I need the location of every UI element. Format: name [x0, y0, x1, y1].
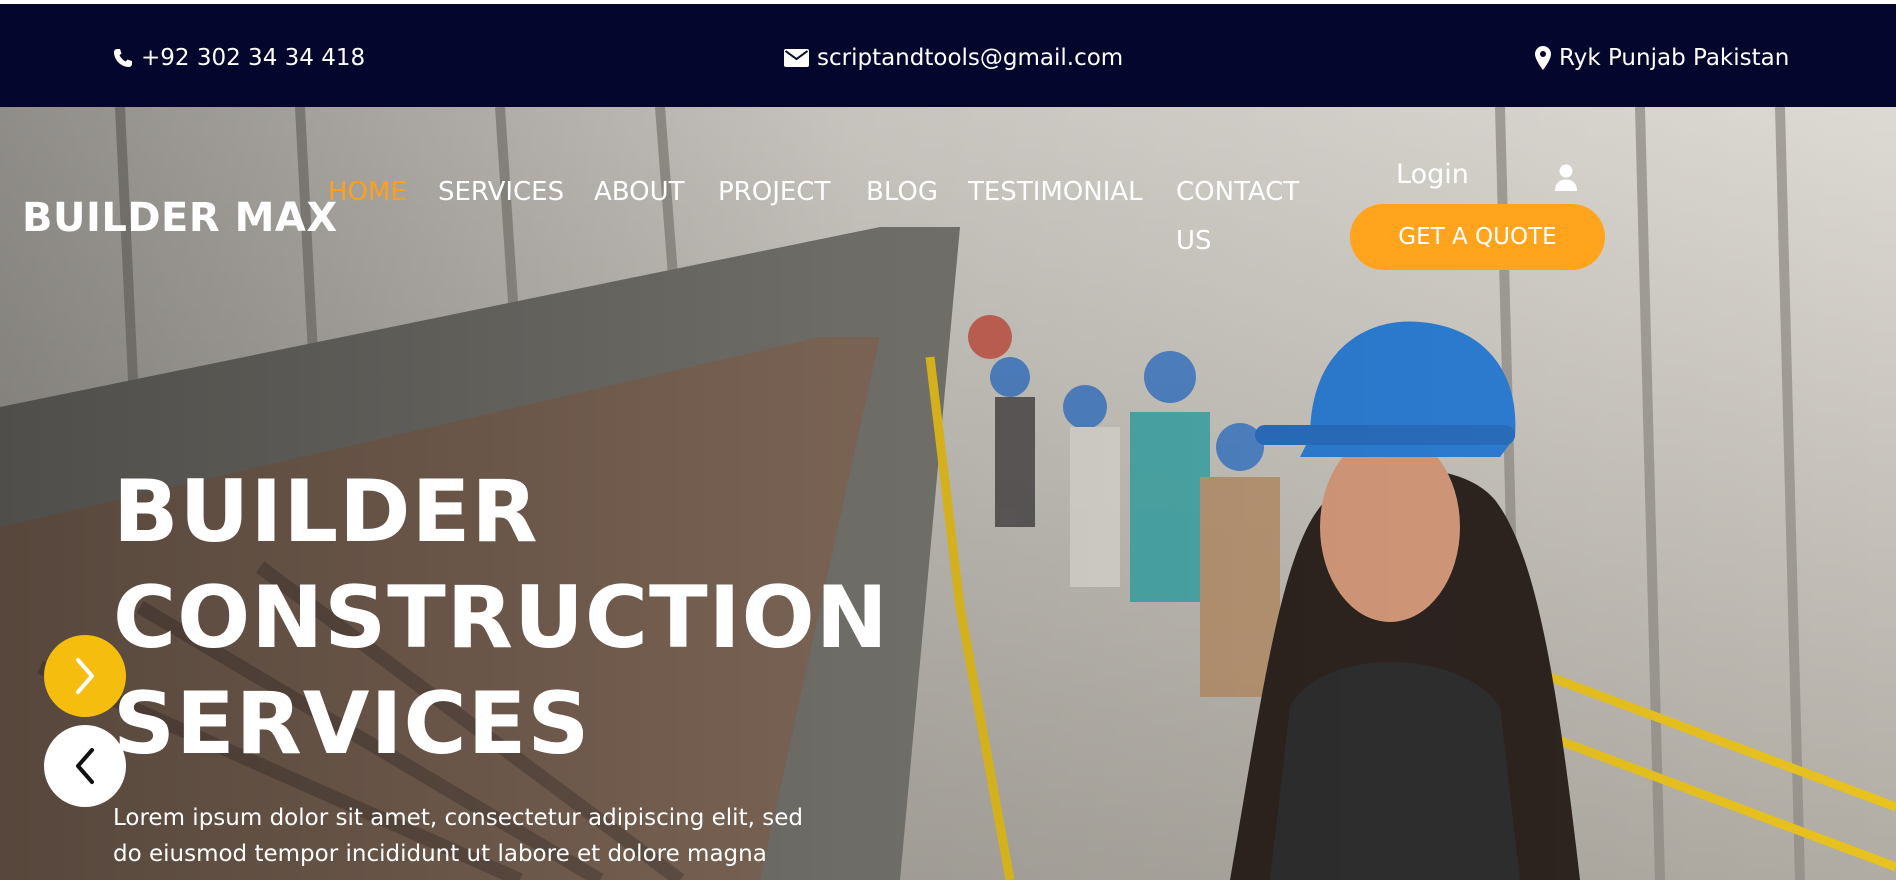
hero-title-line: BUILDER — [113, 462, 539, 562]
nav-contact-us-line2[interactable]: US — [1176, 216, 1212, 266]
contact-topbar: +92 302 34 34 418 scriptandtools@gmail.c… — [0, 4, 1896, 107]
hero-title-line: SERVICES — [113, 674, 591, 774]
user-icon[interactable] — [1554, 164, 1578, 192]
hero-section: BUILDER MAX HOME SERVICES ABOUT PROJECT … — [0, 107, 1896, 880]
nav-project[interactable]: PROJECT — [718, 167, 830, 217]
hero-title: BUILDER CONSTRUCTION SERVICES — [113, 459, 889, 777]
contact-email[interactable]: scriptandtools@gmail.com — [784, 42, 1123, 74]
get-a-quote-button[interactable]: GET A QUOTE — [1350, 204, 1605, 270]
site-logo[interactable]: BUILDER MAX — [22, 195, 338, 241]
main-navigation: HOME SERVICES ABOUT PROJECT BLOG TESTIMO… — [328, 167, 1328, 277]
nav-contact[interactable]: CONTACT — [1176, 167, 1299, 217]
phone-number: +92 302 34 34 418 — [141, 45, 366, 71]
nav-testimonial[interactable]: TESTIMONIAL — [968, 167, 1143, 217]
nav-about[interactable]: ABOUT — [594, 167, 685, 217]
envelope-icon — [784, 49, 809, 67]
nav-services[interactable]: SERVICES — [438, 167, 564, 217]
email-address: scriptandtools@gmail.com — [817, 45, 1124, 71]
chevron-left-icon — [76, 748, 94, 784]
hero-title-line: CONSTRUCTION — [113, 568, 889, 668]
hero-description: Lorem ipsum dolor sit amet, consectetur … — [113, 800, 853, 872]
phone-icon — [114, 49, 132, 67]
slider-next-button[interactable] — [44, 635, 126, 717]
slider-prev-button[interactable] — [44, 725, 126, 807]
hero-description-line: do eiusmod tempor incididunt ut labore e… — [113, 841, 767, 867]
map-marker-icon — [1535, 46, 1551, 70]
chevron-right-icon — [76, 658, 94, 694]
nav-home[interactable]: HOME — [328, 167, 407, 217]
login-link[interactable]: Login — [1396, 159, 1469, 190]
location-text: Ryk Punjab Pakistan — [1559, 45, 1790, 71]
contact-location: Ryk Punjab Pakistan — [1535, 42, 1789, 74]
contact-phone[interactable]: +92 302 34 34 418 — [113, 42, 365, 74]
nav-blog[interactable]: BLOG — [866, 167, 938, 217]
hero-description-line: Lorem ipsum dolor sit amet, consectetur … — [113, 805, 803, 831]
